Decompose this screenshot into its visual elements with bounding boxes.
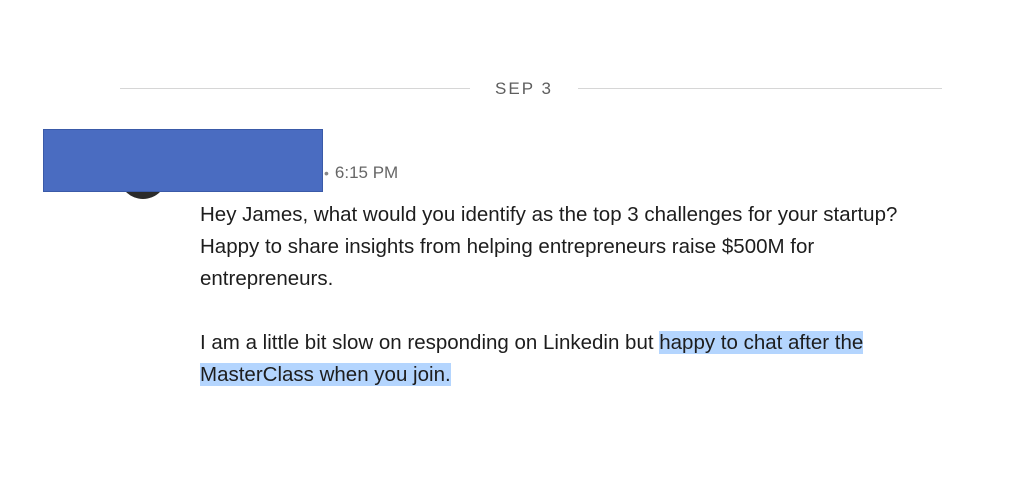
- divider-rule-left: [120, 88, 470, 89]
- date-label: SEP 3: [495, 79, 553, 98]
- message-body[interactable]: Hey James, what would you identify as th…: [200, 199, 930, 391]
- message-meta: • 6:15 PM: [324, 162, 398, 184]
- message-paragraph-followup: I am a little bit slow on responding on …: [200, 327, 930, 391]
- time-separator: •: [324, 165, 329, 181]
- redacted-sender-name: [43, 129, 323, 192]
- divider-rule-right: [578, 88, 942, 89]
- message-paragraph-question: Hey James, what would you identify as th…: [200, 203, 898, 226]
- date-divider: SEP 3: [120, 76, 942, 102]
- message-paragraph-offer: Happy to share insights from helping ent…: [200, 235, 815, 290]
- followup-text: I am a little bit slow on responding on …: [200, 331, 660, 354]
- message-timestamp: 6:15 PM: [334, 163, 399, 182]
